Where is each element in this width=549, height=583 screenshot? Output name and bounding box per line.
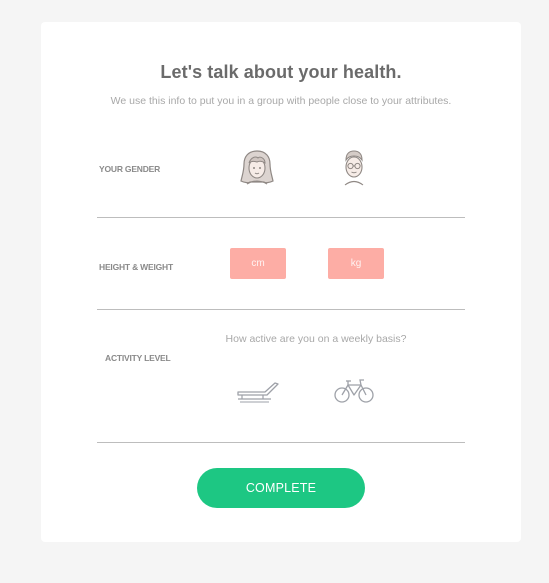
height-weight-label: HEIGHT & WEIGHT [99, 262, 173, 272]
gender-label: YOUR GENDER [99, 164, 161, 174]
lounge-chair-icon[interactable] [237, 381, 279, 403]
page-title: Let's talk about your health. [160, 62, 402, 82]
weight-field[interactable] [328, 248, 384, 279]
divider [97, 442, 465, 443]
height-field[interactable] [230, 248, 286, 279]
divider [97, 217, 465, 218]
page-subtitle: We use this info to put you in a group w… [110, 95, 452, 107]
complete-button[interactable]: COMPLETE [197, 468, 365, 508]
activity-level-label: ACTIVITY LEVEL [105, 353, 171, 363]
activity-question: How active are you on a weekly basis? [225, 333, 407, 345]
male-avatar-icon[interactable] [340, 149, 368, 187]
female-avatar-icon[interactable] [240, 149, 274, 187]
health-form-card: Let's talk about your health. We use thi… [41, 22, 521, 542]
bicycle-icon[interactable] [334, 378, 374, 404]
divider [97, 309, 465, 310]
